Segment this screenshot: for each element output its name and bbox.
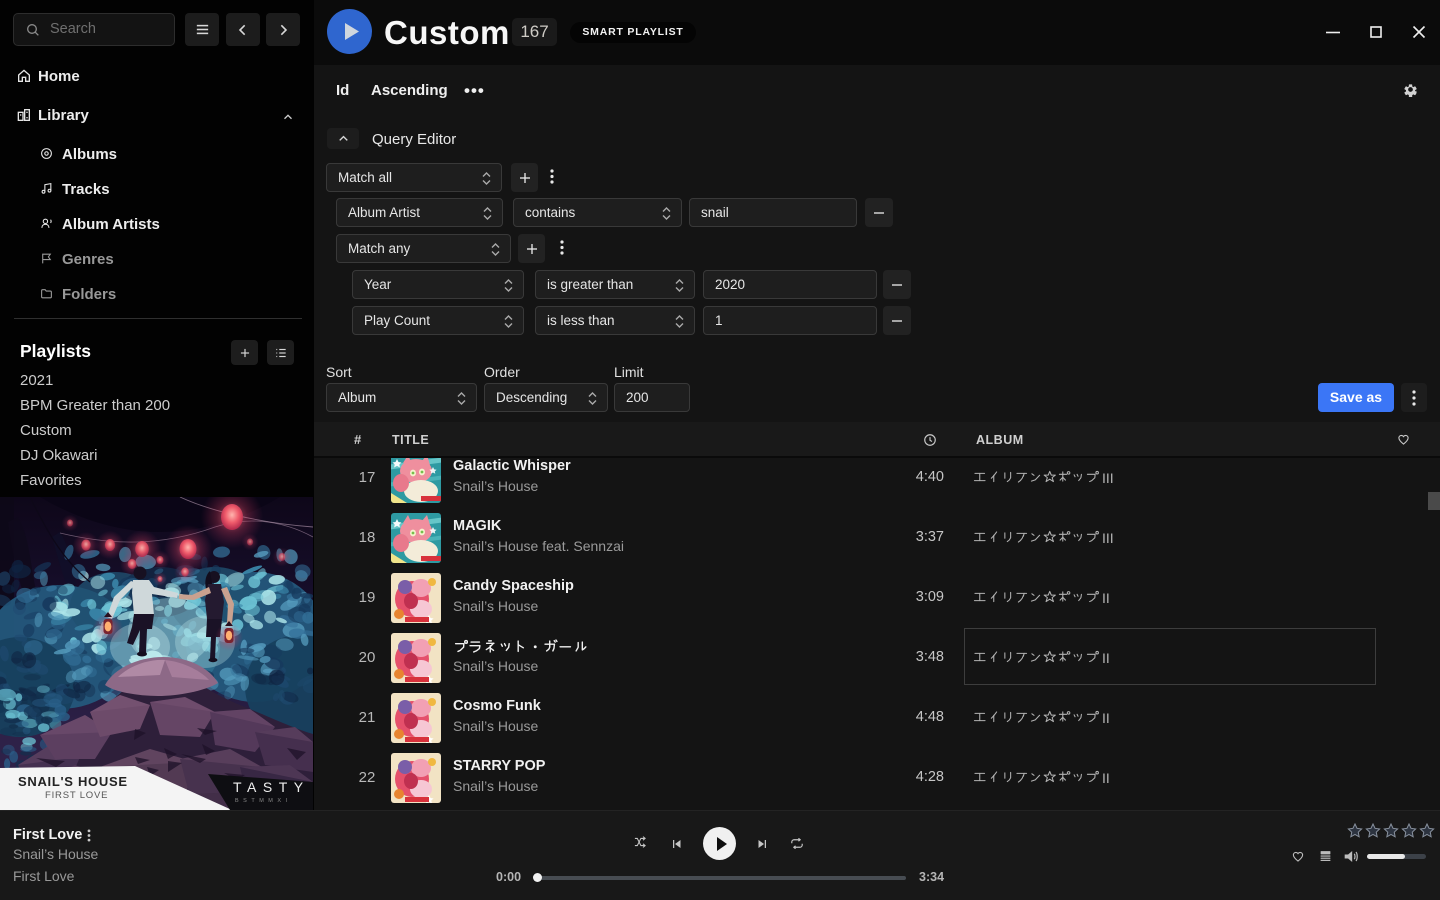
svg-text:TASTY: TASTY xyxy=(233,779,310,795)
svg-text:FIRST LOVE: FIRST LOVE xyxy=(45,790,108,801)
svg-text:SNAIL'S HOUSE: SNAIL'S HOUSE xyxy=(18,774,128,789)
svg-text:BSTMMXI: BSTMMXI xyxy=(235,798,292,804)
